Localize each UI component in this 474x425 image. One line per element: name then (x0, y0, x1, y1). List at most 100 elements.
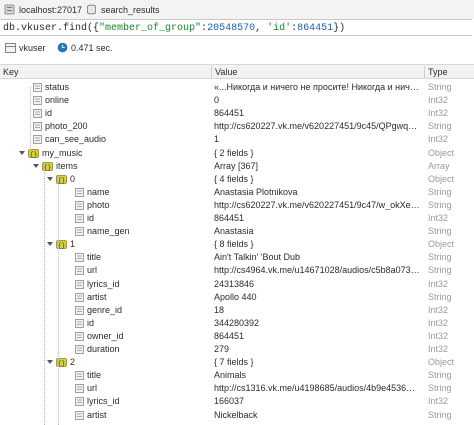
query-key-1: "member_of_group" (99, 23, 202, 34)
type-cell: String (428, 383, 452, 393)
key-cell: photo_200 (45, 121, 88, 131)
type-cell: Int32 (428, 134, 449, 144)
collection-crumb[interactable]: search_results (86, 3, 160, 16)
tree-row[interactable]: url http://cs4964.vk.me/u14671028/audios/… (0, 264, 474, 277)
value-cell: Ain't Talkin' 'Bout Dub (214, 252, 301, 262)
value-cell: http://cs620227.vk.me/v620227451/9c45/QP… (214, 121, 420, 131)
type-cell: Int32 (428, 279, 449, 289)
query-prefix: db.vkuser.find({ (3, 23, 100, 34)
field-icon (75, 188, 84, 197)
tree-row[interactable]: owner_id 864451 Int32 (0, 330, 474, 343)
type-cell: Int32 (428, 331, 449, 341)
column-value-header[interactable]: Value (215, 67, 237, 77)
key-cell: name_gen (87, 226, 130, 236)
key-cell: artist (87, 410, 107, 420)
tree-row[interactable]: lyrics_id 24313846 Int32 (0, 278, 474, 291)
tree-row[interactable]: lyrics_id 166037 Int32 (0, 395, 474, 408)
tree-row[interactable]: can_see_audio 1 Int32 (0, 133, 474, 146)
tree-row[interactable]: genre_id 18 Int32 (0, 304, 474, 317)
tree-node-object[interactable]: {} 2{ 7 fields } Object (0, 356, 474, 369)
tree-row[interactable]: id 344280392 Int32 (0, 317, 474, 330)
field-icon (75, 227, 84, 236)
expand-arrow-icon[interactable] (47, 360, 53, 364)
key-cell: url (87, 265, 98, 275)
query-input[interactable]: db.vkuser.find({"member_of_group":205485… (0, 19, 472, 36)
key-cell: title (87, 370, 102, 380)
column-key-header[interactable]: Key (3, 67, 19, 77)
key-cell: title (87, 252, 102, 262)
query-key-2: 'id' (267, 23, 292, 34)
field-icon (75, 266, 84, 275)
tree-node-object[interactable]: {} my_music { 2 fields } Object (0, 147, 474, 160)
field-icon (33, 109, 42, 118)
key-cell: online (45, 95, 70, 105)
tree-row[interactable]: artist Nickelback String (0, 409, 474, 422)
field-icon (75, 253, 84, 262)
server-icon (4, 4, 15, 15)
value-cell: 279 (214, 344, 230, 354)
value-cell: 166037 (214, 396, 245, 406)
info-bar: vkuser 0.471 sec. (0, 38, 474, 58)
value-cell: 864451 (214, 331, 245, 341)
key-cell: photo (87, 200, 110, 210)
field-icon (75, 411, 84, 420)
key-cell: id (45, 108, 53, 118)
key-cell: status (45, 82, 70, 92)
tree-row[interactable]: name Anastasia Plotnikova String (0, 186, 474, 199)
type-cell: String (428, 265, 452, 275)
value-cell: { 7 fields } (214, 357, 254, 367)
value-cell: Apollo 440 (214, 292, 257, 302)
value-cell: 18 (214, 305, 225, 315)
field-icon (75, 332, 84, 341)
collection-icon (5, 43, 16, 53)
tree-row[interactable]: photo_200 http://cs620227.vk.me/v62022745… (0, 120, 474, 133)
field-icon (75, 214, 84, 223)
type-cell: Int32 (428, 344, 449, 354)
column-type-header[interactable]: Type (428, 67, 448, 77)
key-cell: 1 (70, 239, 76, 249)
clock-icon (57, 42, 68, 53)
tree-node-object[interactable]: {} 1{ 8 fields } Object (0, 238, 474, 251)
value-cell: { 2 fields } (214, 148, 254, 158)
svg-text:{}: {} (30, 151, 37, 158)
value-cell: 24313846 (214, 279, 255, 289)
type-cell: Int32 (428, 95, 449, 105)
type-cell: Int32 (428, 305, 449, 315)
tree-row[interactable]: name_gen Anastasia String (0, 225, 474, 238)
tree-row[interactable]: online 0 Int32 (0, 94, 474, 107)
tree-row[interactable]: status «...Никогда и ничего не просите! Н… (0, 81, 474, 94)
value-cell: http://cs1316.vk.me/u4198685/audios/4b9e… (214, 383, 420, 393)
tree-row[interactable]: title Animals String (0, 369, 474, 382)
tree-node-object[interactable]: {} 0{ 4 fields } Object (0, 173, 474, 186)
query-value-2: 864451 (297, 23, 334, 34)
field-icon (75, 293, 84, 302)
key-cell: 0 (70, 174, 76, 184)
tree-row[interactable]: photo http://cs620227.vk.me/v620227451/9c… (0, 199, 474, 212)
key-cell: id (87, 318, 95, 328)
tree-row[interactable]: id 864451 Int32 (0, 107, 474, 120)
result-collection-name: vkuser (19, 43, 46, 53)
expand-arrow-icon[interactable] (33, 164, 39, 168)
collection-label: search_results (101, 4, 160, 15)
field-icon (75, 345, 84, 354)
type-cell: Int32 (428, 213, 449, 223)
type-cell: Object (428, 357, 455, 367)
value-cell: http://cs4964.vk.me/u14671028/audios/c5b… (214, 265, 420, 275)
field-icon (75, 384, 84, 393)
tree-row[interactable]: url http://cs1316.vk.me/u4198685/audios/4… (0, 382, 474, 395)
tree-node-object[interactable]: {} items Array [367] Array (0, 160, 474, 173)
key-cell: 2 (70, 357, 76, 367)
query-suffix: }) (333, 23, 346, 34)
expand-arrow-icon[interactable] (47, 177, 53, 181)
value-cell: 0 (214, 95, 220, 105)
tree-row[interactable]: title Ain't Talkin' 'Bout Dub String (0, 251, 474, 264)
key-cell: id (87, 213, 95, 223)
tree-row[interactable]: id 864451 Int32 (0, 212, 474, 225)
server-crumb[interactable]: localhost:27017 (4, 3, 82, 16)
field-icon (33, 135, 42, 144)
tree-row[interactable]: duration 279 Int32 (0, 343, 474, 356)
expand-arrow-icon[interactable] (19, 151, 25, 155)
tree-row[interactable]: artist Apollo 440 String (0, 291, 474, 304)
expand-arrow-icon[interactable] (47, 242, 53, 246)
key-cell: genre_id (87, 305, 123, 315)
